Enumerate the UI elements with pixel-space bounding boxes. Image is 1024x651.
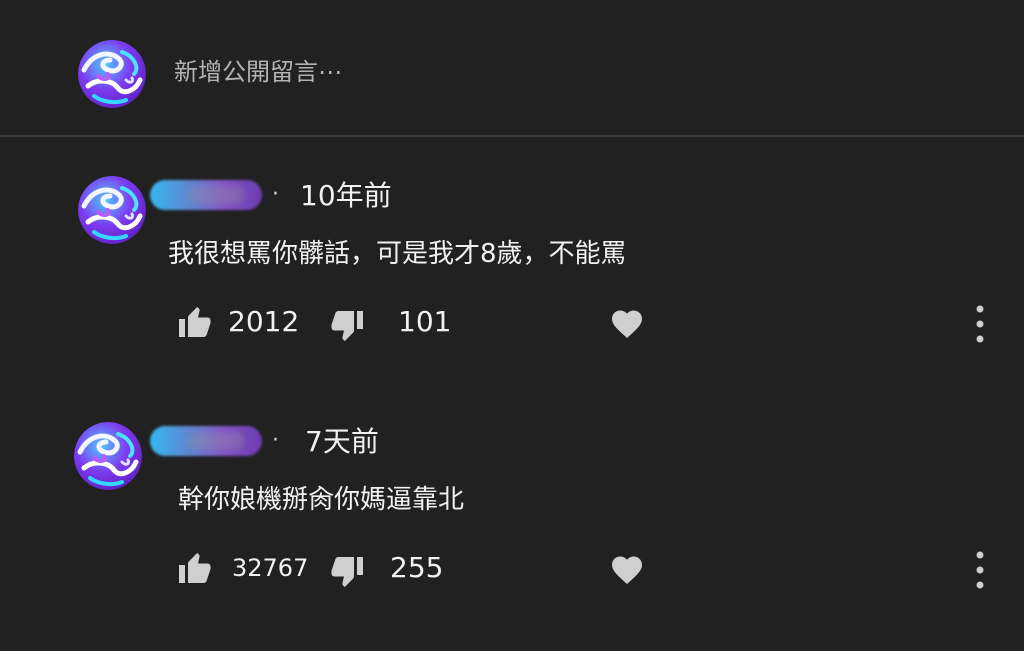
avatar-orb-icon (78, 40, 146, 108)
more-vert-icon (976, 550, 984, 590)
more-options-button[interactable] (960, 550, 1000, 590)
like-button[interactable] (174, 302, 214, 342)
redacted-username[interactable] (150, 180, 262, 210)
redacted-username[interactable] (150, 426, 262, 456)
heart-button[interactable] (607, 304, 647, 344)
avatar-orb-icon (78, 176, 146, 244)
thumb-up-icon (176, 304, 212, 340)
comment-action-bar: 2012 101 (0, 302, 1024, 346)
avatar-orb-icon (74, 422, 142, 490)
heart-button[interactable] (607, 550, 647, 590)
comment-text: 幹你娘機掰肏你媽逼靠北 (178, 485, 465, 515)
comment-action-bar: 32767 255 (0, 548, 1024, 592)
dislike-count: 101 (398, 305, 452, 338)
more-vert-icon (976, 304, 984, 344)
meta-separator: · (272, 428, 279, 453)
like-button[interactable] (174, 548, 214, 588)
user-avatar[interactable] (78, 40, 146, 108)
thumb-down-icon (330, 308, 366, 344)
meta-separator: · (272, 182, 279, 207)
divider (0, 135, 1024, 137)
like-count: 32767 (232, 554, 309, 582)
dislike-count: 255 (390, 551, 444, 584)
heart-icon (609, 552, 645, 588)
comment-text: 我很想罵你髒話，可是我才8歲，不能罵 (168, 239, 627, 269)
dislike-button[interactable] (328, 552, 368, 592)
comment-timestamp[interactable]: 10年前 (300, 178, 392, 214)
thumb-up-icon (176, 550, 212, 586)
dislike-button[interactable] (328, 306, 368, 346)
comments-section: · 10年前 我很想罵你髒話，可是我才8歲，不能罵 2012 101 · (0, 0, 1024, 651)
like-count: 2012 (228, 305, 300, 338)
commenter-avatar[interactable] (74, 422, 142, 490)
add-comment-input[interactable] (174, 52, 954, 92)
more-options-button[interactable] (960, 304, 1000, 344)
commenter-avatar[interactable] (78, 176, 146, 244)
comment-timestamp[interactable]: 7天前 (305, 424, 379, 460)
heart-icon (609, 306, 645, 342)
thumb-down-icon (330, 554, 366, 590)
